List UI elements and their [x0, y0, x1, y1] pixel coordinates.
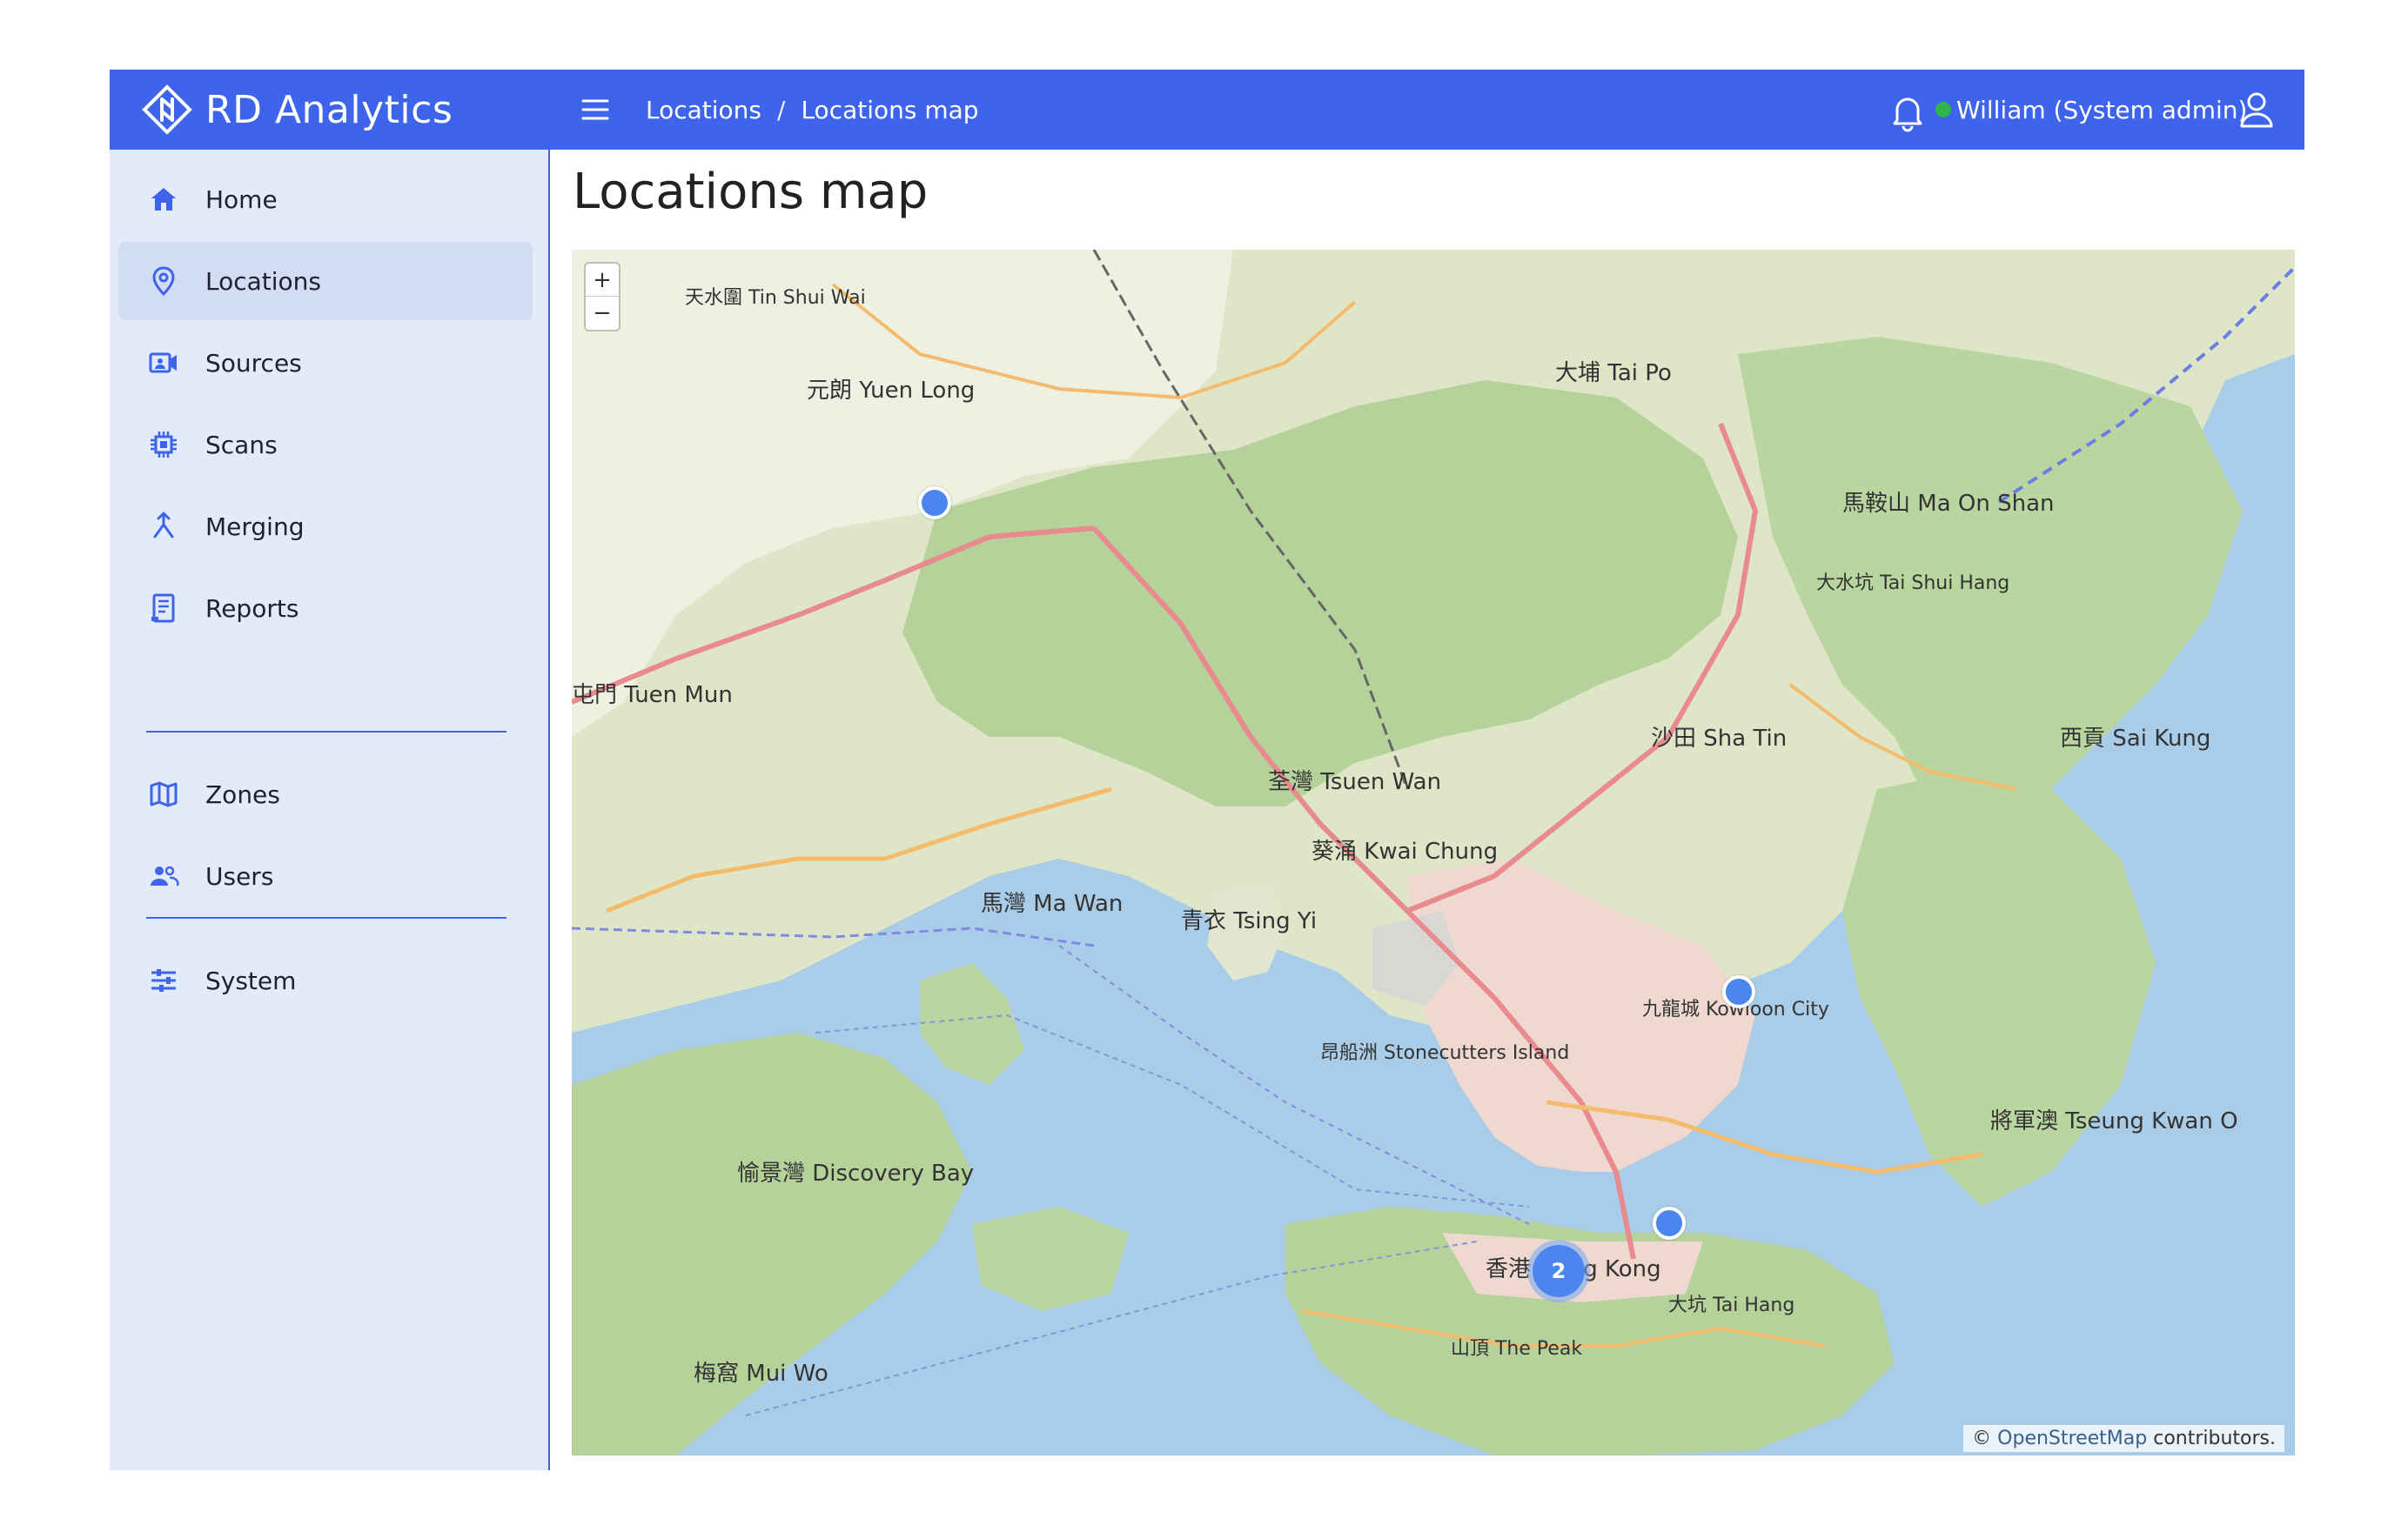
map-icon	[146, 777, 181, 812]
sidebar-item-label: Home	[205, 184, 278, 214]
merge-icon	[146, 509, 181, 544]
sidebar: Home Locations Sources Scans Merging Rep…	[110, 150, 550, 1470]
sidebar-item-system[interactable]: System	[118, 941, 533, 1020]
location-marker[interactable]	[918, 486, 951, 519]
map-label: 葵涌 Kwai Chung	[1311, 839, 1498, 865]
sidebar-item-sources[interactable]: Sources	[118, 324, 533, 402]
attribution-link[interactable]: OpenStreetMap	[1997, 1428, 2147, 1449]
breadcrumb-separator: /	[777, 95, 786, 124]
sliders-icon	[146, 963, 181, 998]
sidebar-item-users[interactable]: Users	[118, 837, 533, 915]
map-label: 天水圍 Tin Shui Wai	[685, 287, 866, 309]
map-label: 梅窩 Mui Wo	[694, 1361, 828, 1387]
sidebar-item-locations[interactable]: Locations	[118, 242, 533, 320]
map-label: 青衣 Tsing Yi	[1181, 908, 1317, 934]
zoom-out-button[interactable]: −	[586, 296, 619, 329]
map-label: 屯門 Tuen Mun	[572, 682, 733, 708]
map-label: 馬灣 Ma Wan	[981, 891, 1123, 917]
report-icon	[146, 591, 181, 626]
brand[interactable]: RD Analytics	[141, 70, 453, 150]
map-attribution: © OpenStreetMap contributors.	[1963, 1425, 2284, 1452]
sidebar-item-label: Users	[205, 861, 274, 891]
sidebar-item-zones[interactable]: Zones	[118, 755, 533, 833]
map-label: 大坑 Tai Hang	[1668, 1295, 1794, 1316]
map-label: 山頂 The Peak	[1451, 1338, 1582, 1360]
hamburger-menu-icon[interactable]	[576, 90, 614, 129]
map-label: 愉景灣 Discovery Bay	[737, 1161, 974, 1187]
sidebar-item-label: Zones	[205, 780, 280, 809]
bell-icon[interactable]	[1885, 89, 1930, 134]
current-user-name[interactable]: William (System admin)	[1956, 70, 2247, 150]
location-cluster-marker[interactable]: 2	[1527, 1240, 1590, 1302]
map-label: 荃灣 Tsuen Wan	[1268, 769, 1441, 795]
sidebar-item-scans[interactable]: Scans	[118, 405, 533, 484]
brand-name: RD Analytics	[205, 87, 453, 132]
location-marker[interactable]	[1653, 1207, 1686, 1240]
breadcrumb-current: Locations map	[801, 95, 979, 124]
attribution-suffix: contributors.	[2153, 1428, 2276, 1449]
map-label: 元朗 Yuen Long	[807, 378, 975, 404]
location-marker[interactable]	[1722, 975, 1755, 1008]
zoom-control: + −	[586, 264, 619, 330]
map-label: 西貢 Sai Kung	[2060, 726, 2210, 752]
sidebar-item-label: Merging	[205, 512, 305, 541]
brand-logo-icon	[142, 84, 192, 135]
sidebar-divider	[146, 917, 506, 919]
sidebar-item-reports[interactable]: Reports	[118, 569, 533, 647]
sidebar-item-label: Locations	[205, 266, 322, 296]
map-label: 大埔 Tai Po	[1555, 360, 1672, 386]
sidebar-item-label: Sources	[205, 348, 302, 378]
locations-map[interactable]: 天水圍 Tin Shui Wai 元朗 Yuen Long 大埔 Tai Po …	[572, 250, 2295, 1455]
map-label: 沙田 Sha Tin	[1651, 726, 1787, 752]
app-window: RD Analytics Locations / Locations map W…	[110, 70, 2304, 1470]
top-bar: RD Analytics Locations / Locations map W…	[110, 70, 2304, 150]
map-tiles[interactable]: 天水圍 Tin Shui Wai 元朗 Yuen Long 大埔 Tai Po …	[572, 250, 2295, 1455]
user-profile-icon[interactable]	[2234, 87, 2279, 132]
home-icon	[146, 182, 181, 217]
breadcrumb-locations[interactable]: Locations	[646, 96, 761, 124]
sidebar-item-label: Reports	[205, 593, 299, 623]
map-label: 大水坑 Tai Shui Hang	[1816, 572, 2009, 594]
map-label: 馬鞍山 Ma On Shan	[1842, 491, 2055, 517]
users-icon	[146, 859, 181, 893]
map-label: 昂船洲 Stonecutters Island	[1320, 1042, 1569, 1064]
camera-icon	[146, 345, 181, 380]
sidebar-item-home[interactable]: Home	[118, 160, 533, 238]
sidebar-divider	[146, 731, 506, 733]
sidebar-item-merging[interactable]: Merging	[118, 487, 533, 565]
map-label: 將軍澳 Tseung Kwan O	[1990, 1108, 2238, 1134]
connection-status-dot	[1935, 102, 1951, 117]
zoom-in-button[interactable]: +	[586, 264, 619, 296]
breadcrumb: Locations / Locations map	[646, 70, 979, 150]
sidebar-item-label: System	[205, 966, 297, 995]
location-pin-icon	[146, 264, 181, 298]
page-title: Locations map	[573, 164, 929, 220]
sidebar-item-label: Scans	[205, 430, 278, 459]
chip-icon	[146, 427, 181, 462]
attribution-copyright: ©	[1972, 1428, 1992, 1449]
